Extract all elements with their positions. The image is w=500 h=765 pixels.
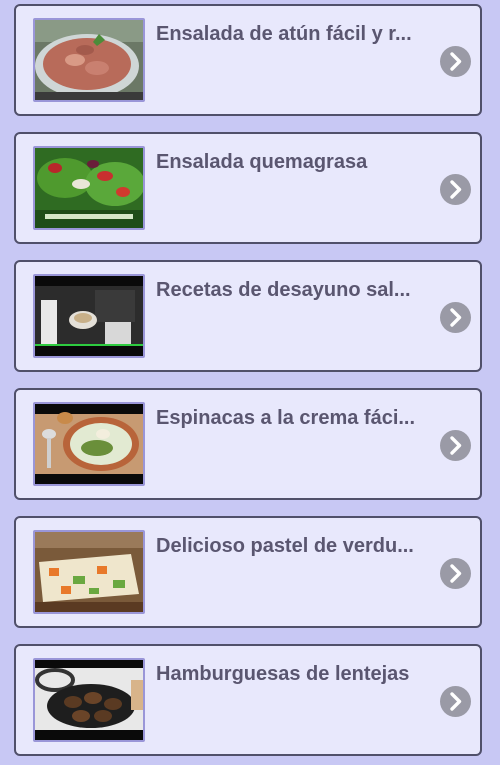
recipe-thumbnail [33,18,145,102]
recipe-title: Hamburguesas de lentejas [156,663,410,685]
recipe-thumbnail [33,146,145,230]
recipe-title: Espinacas a la crema fáci... [156,407,416,429]
recipe-title: Recetas de desayuno sal... [156,279,411,301]
recipe-card[interactable]: Delicioso pastel de verdu... [14,516,482,628]
chevron-right-icon[interactable] [440,174,471,205]
chevron-right-icon[interactable] [440,558,471,589]
recipe-card[interactable]: Espinacas a la crema fáci... [14,388,482,500]
recipe-card[interactable]: Ensalada de atún fácil y r... [14,4,482,116]
chevron-right-icon[interactable] [440,46,471,77]
recipe-card[interactable]: Recetas de desayuno sal... [14,260,482,372]
recipe-thumbnail [33,274,145,358]
chevron-right-icon[interactable] [440,430,471,461]
recipe-title: Delicioso pastel de verdu... [156,535,414,557]
chevron-right-icon[interactable] [440,686,471,717]
chevron-right-icon[interactable] [440,302,471,333]
recipe-card[interactable]: Hamburguesas de lentejas [14,644,482,756]
recipe-card[interactable]: Ensalada quemagrasa [14,132,482,244]
recipe-thumbnail [33,530,145,614]
recipe-title: Ensalada de atún fácil y r... [156,23,412,45]
recipe-thumbnail [33,658,145,742]
recipe-thumbnail [33,402,145,486]
recipe-title: Ensalada quemagrasa [156,151,368,173]
